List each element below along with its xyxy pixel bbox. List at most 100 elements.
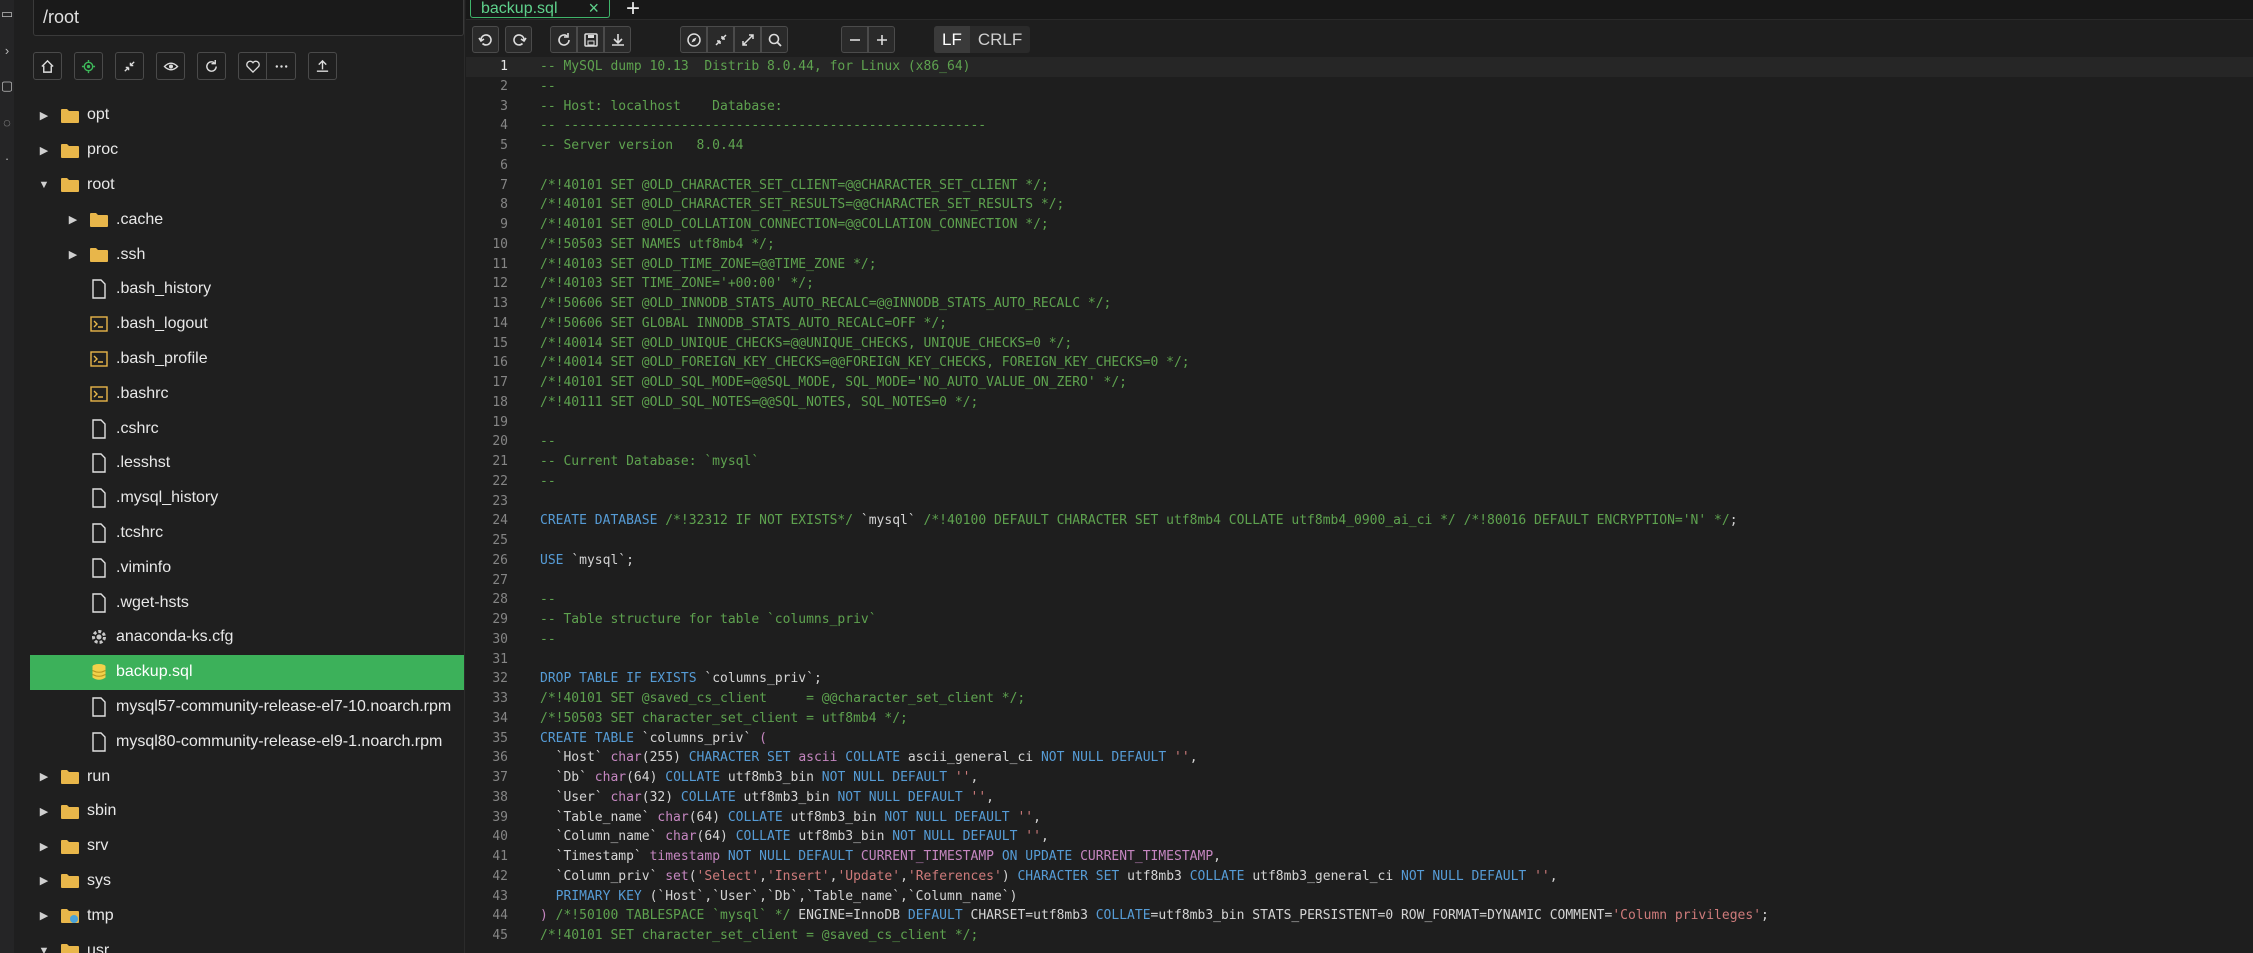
tree-item[interactable]: mysql57-community-release-el7-10.noarch.…	[30, 690, 464, 725]
code-line[interactable]: 42 `Column_priv` set('Select','Insert','…	[466, 867, 2253, 887]
code-line[interactable]: 41 `Timestamp` timestamp NOT NULL DEFAUL…	[466, 847, 2253, 867]
code-line[interactable]: 33 /*!40101 SET @saved_cs_client = @@char…	[466, 689, 2253, 709]
code-line[interactable]: 25	[466, 531, 2253, 551]
explorer-icon[interactable]: ▭	[0, 0, 14, 28]
code-line[interactable]: 20 --	[466, 432, 2253, 452]
tree-item[interactable]: .bash_profile	[30, 342, 464, 377]
code-line[interactable]: 9 /*!40101 SET @OLD_COLLATION_CONNECTION=…	[466, 215, 2253, 235]
code-line[interactable]: 13 /*!50606 SET @OLD_INNODB_STATS_AUTO_RE…	[466, 294, 2253, 314]
add-tab-icon[interactable]: +	[626, 0, 640, 23]
tree-item[interactable]: ▶ .cache	[30, 202, 464, 237]
search-button[interactable]	[761, 26, 788, 53]
code-line[interactable]: 39 `Table_name` char(64) COLLATE utf8mb3…	[466, 808, 2253, 828]
code-line[interactable]: 15 /*!40014 SET @OLD_UNIQUE_CHECKS=@@UNIQ…	[466, 334, 2253, 354]
code-line[interactable]: 29 -- Table structure for table `columns_…	[466, 610, 2253, 630]
download-button[interactable]	[604, 26, 631, 53]
panel-icon[interactable]: ▢	[0, 72, 14, 100]
redo-button[interactable]	[505, 26, 532, 53]
chevron-right-icon[interactable]: ▶	[67, 248, 79, 261]
path-input[interactable]	[33, 0, 464, 36]
more-button[interactable]	[267, 52, 296, 80]
code-line[interactable]: 6	[466, 156, 2253, 176]
code-line[interactable]: 28 --	[466, 590, 2253, 610]
extensions-icon[interactable]: ◌	[0, 108, 14, 136]
code-line[interactable]: 19	[466, 413, 2253, 433]
undo-button[interactable]	[472, 26, 499, 53]
code-line[interactable]: 27	[466, 571, 2253, 591]
tree-item[interactable]: mysql80-community-release-el9-1.noarch.r…	[30, 724, 464, 759]
code-line[interactable]: 16 /*!40014 SET @OLD_FOREIGN_KEY_CHECKS=@…	[466, 353, 2253, 373]
code-area[interactable]: 1 -- MySQL dump 10.13 Distrib 8.0.44, for…	[466, 57, 2253, 946]
code-line[interactable]: 43 PRIMARY KEY (`Host`,`User`,`Db`,`Tabl…	[466, 887, 2253, 907]
tab-backup-sql[interactable]: backup.sql ×	[470, 0, 610, 18]
tree-item[interactable]: .cshrc	[30, 411, 464, 446]
chevron-right-icon[interactable]: ▶	[38, 805, 50, 818]
tree-item[interactable]: ▶ opt	[30, 98, 464, 133]
tree-item[interactable]: .bash_logout	[30, 307, 464, 342]
zoom-out-button[interactable]	[841, 26, 868, 53]
code-line[interactable]: 22 --	[466, 472, 2253, 492]
code-line[interactable]: 24 CREATE DATABASE /*!32312 IF NOT EXISTS…	[466, 511, 2253, 531]
lf-option[interactable]: LF	[934, 26, 970, 53]
tree-item[interactable]: .bash_history	[30, 272, 464, 307]
code-line[interactable]: 34 /*!50503 SET character_set_client = ut…	[466, 709, 2253, 729]
code-line[interactable]: 12 /*!40103 SET TIME_ZONE='+00:00' */;	[466, 274, 2253, 294]
code-line[interactable]: 21 -- Current Database: `mysql`	[466, 452, 2253, 472]
heart-button[interactable]	[238, 52, 267, 80]
code-line[interactable]: 7 /*!40101 SET @OLD_CHARACTER_SET_CLIENT=…	[466, 176, 2253, 196]
code-line[interactable]: 38 `User` char(32) COLLATE utf8mb3_bin N…	[466, 788, 2253, 808]
save-button[interactable]	[577, 26, 604, 53]
collapse-button[interactable]	[115, 52, 144, 80]
tree-item[interactable]: .viminfo	[30, 550, 464, 585]
tree-item[interactable]: ▶ proc	[30, 133, 464, 168]
run-icon[interactable]: ›	[0, 36, 14, 64]
tree-item[interactable]: .lesshst	[30, 446, 464, 481]
compass-button[interactable]	[680, 26, 707, 53]
code-line[interactable]: 3 -- Host: localhost Database:	[466, 97, 2253, 117]
code-line[interactable]: 35 CREATE TABLE `columns_priv` (	[466, 729, 2253, 749]
dot-icon[interactable]: ·	[0, 144, 14, 172]
code-line[interactable]: 30 --	[466, 630, 2253, 650]
code-line[interactable]: 26 USE `mysql`;	[466, 551, 2253, 571]
chevron-right-icon[interactable]: ▶	[38, 144, 50, 157]
refresh-button[interactable]	[197, 52, 226, 80]
code-line[interactable]: 17 /*!40101 SET @OLD_SQL_MODE=@@SQL_MODE,…	[466, 373, 2253, 393]
upload-button[interactable]	[308, 52, 337, 80]
close-icon[interactable]: ×	[588, 0, 599, 19]
tree-item[interactable]: ▶ tmp	[30, 898, 464, 933]
home-button[interactable]	[33, 52, 62, 80]
eye-button[interactable]	[156, 52, 185, 80]
chevron-down-icon[interactable]: ▼	[38, 945, 50, 953]
code-line[interactable]: 2 --	[466, 77, 2253, 97]
chevron-down-icon[interactable]: ▼	[38, 179, 50, 191]
code-line[interactable]: 45 /*!40101 SET character_set_client = @s…	[466, 926, 2253, 946]
tree-item[interactable]: ▼ root	[30, 168, 464, 203]
tree-item[interactable]: .wget-hsts	[30, 585, 464, 620]
code-line[interactable]: 23	[466, 492, 2253, 512]
code-line[interactable]: 44) /*!50100 TABLESPACE `mysql` */ ENGIN…	[466, 906, 2253, 926]
code-line[interactable]: 32 DROP TABLE IF EXISTS `columns_priv`;	[466, 669, 2253, 689]
chevron-right-icon[interactable]: ▶	[38, 840, 50, 853]
code-line[interactable]: 1 -- MySQL dump 10.13 Distrib 8.0.44, for…	[466, 57, 2253, 77]
locate-button[interactable]	[74, 52, 103, 80]
code-line[interactable]: 14 /*!50606 SET GLOBAL INNODB_STATS_AUTO_…	[466, 314, 2253, 334]
chevron-right-icon[interactable]: ▶	[38, 874, 50, 887]
code-line[interactable]: 11 /*!40103 SET @OLD_TIME_ZONE=@@TIME_ZON…	[466, 255, 2253, 275]
code-line[interactable]: 40 `Column_name` char(64) COLLATE utf8mb…	[466, 827, 2253, 847]
tree-item[interactable]: .mysql_history	[30, 481, 464, 516]
code-line[interactable]: 4 -- ------------------------------------…	[466, 116, 2253, 136]
tree-item[interactable]: ▶ .ssh	[30, 237, 464, 272]
chevron-right-icon[interactable]: ▶	[38, 770, 50, 783]
code-line[interactable]: 31	[466, 650, 2253, 670]
tree-item[interactable]: backup.sql	[30, 654, 464, 690]
tree-item[interactable]: ▶ run	[30, 759, 464, 794]
tree-item[interactable]: ▶ srv	[30, 829, 464, 864]
tree-item[interactable]: .tcshrc	[30, 516, 464, 551]
chevron-right-icon[interactable]: ▶	[38, 909, 50, 922]
chevron-right-icon[interactable]: ▶	[67, 213, 79, 226]
expand-button[interactable]	[734, 26, 761, 53]
code-line[interactable]: 37 `Db` char(64) COLLATE utf8mb3_bin NOT…	[466, 768, 2253, 788]
code-line[interactable]: 18 /*!40111 SET @OLD_SQL_NOTES=@@SQL_NOTE…	[466, 393, 2253, 413]
tree-item[interactable]: .bashrc	[30, 376, 464, 411]
zoom-in-button[interactable]	[868, 26, 895, 53]
